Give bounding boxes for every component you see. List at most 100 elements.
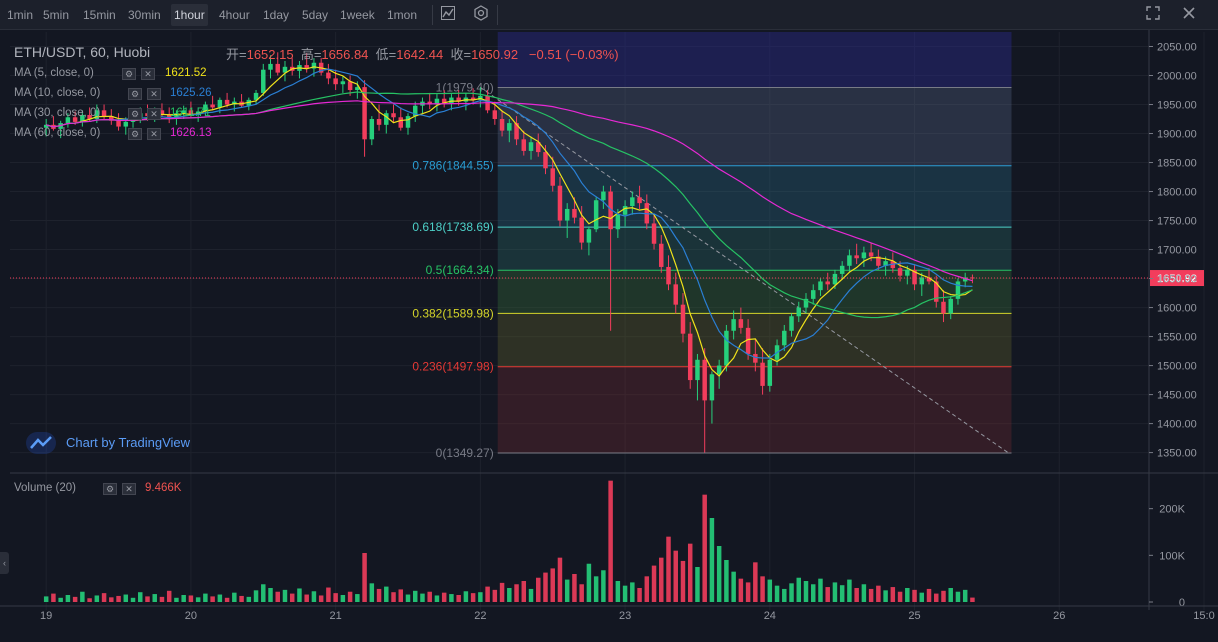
candle-body: [579, 217, 584, 243]
volume-bar: [731, 571, 736, 602]
settings-icon[interactable]: [471, 5, 491, 25]
ma60-remove-icon[interactable]: ✕: [147, 128, 161, 140]
volume-bar: [962, 589, 968, 602]
volume-bar: [80, 591, 85, 602]
fullscreen-icon[interactable]: [1143, 5, 1163, 25]
timeframe-4hour[interactable]: 4hour: [216, 4, 253, 26]
collapse-sidebar-icon[interactable]: ‹: [0, 552, 9, 574]
candle-body: [217, 99, 223, 108]
candle-body: [738, 319, 744, 328]
candle-body: [666, 266, 671, 285]
ma30-settings-icon[interactable]: ⚙: [128, 108, 142, 120]
candle-body: [782, 330, 787, 346]
volume-bar: [876, 585, 881, 602]
candle-body: [261, 69, 266, 93]
candle-body: [955, 281, 961, 299]
candle-body: [601, 191, 606, 201]
volume-bar: [579, 584, 584, 602]
fib-band: [497, 87, 1012, 166]
volume-bar: [347, 591, 353, 602]
volume-bar: [557, 557, 563, 602]
candle-body: [731, 319, 736, 331]
ma10-settings-icon[interactable]: ⚙: [128, 88, 142, 100]
candle-body: [326, 72, 331, 79]
toolbar: 1min 5min 15min 30min 1hour 4hour 1day 5…: [0, 0, 1218, 30]
candle-body: [854, 255, 859, 259]
timeframe-1hour[interactable]: 1hour: [171, 4, 208, 26]
tradingview-branding[interactable]: Chart by TradingView: [66, 435, 190, 450]
volume-bar: [384, 586, 389, 602]
volume-tick-label: 100K: [1159, 550, 1185, 562]
candle-body: [651, 223, 657, 244]
volume-bar: [883, 590, 888, 602]
timeframe-1week[interactable]: 1week: [337, 4, 378, 26]
price-tick-label: 1550.00: [1157, 332, 1197, 344]
volume-bar: [847, 579, 852, 602]
volume-remove-icon[interactable]: ✕: [122, 483, 136, 495]
candle-body: [724, 330, 729, 366]
timeframe-30min[interactable]: 30min: [125, 4, 164, 26]
volume-bar: [716, 546, 722, 602]
volume-bar: [145, 596, 150, 602]
candle-body: [333, 78, 338, 85]
volume-bar: [478, 592, 483, 602]
candle-body: [687, 333, 693, 381]
candle-body: [695, 359, 700, 381]
price-tick-label: 1700.00: [1157, 245, 1197, 257]
fib-band: [497, 366, 1012, 454]
volume-bar: [427, 591, 432, 602]
volume-bar: [340, 595, 346, 602]
candle-chart-icon[interactable]: [438, 5, 458, 25]
volume-bar: [441, 592, 447, 602]
close-value: 1650.92: [471, 47, 519, 62]
volume-bar: [434, 595, 440, 602]
ma10-remove-icon[interactable]: ✕: [147, 88, 161, 100]
timeframe-5min[interactable]: 5min: [40, 4, 72, 26]
candle-body: [492, 110, 498, 120]
volume-bar: [659, 557, 664, 602]
volume-settings-icon[interactable]: ⚙: [103, 483, 117, 495]
volume-bar: [123, 594, 129, 602]
volume-bar: [615, 581, 621, 602]
ma5-remove-icon[interactable]: ✕: [141, 68, 155, 80]
volume-bar: [868, 588, 874, 602]
timeframe-15min[interactable]: 15min: [80, 4, 119, 26]
ma5-label: MA (5, close, 0): [14, 67, 94, 79]
volume-bar: [253, 590, 259, 602]
ma5-settings-icon[interactable]: ⚙: [122, 68, 136, 80]
price-chart[interactable]: 1(1979.40)0.786(1844.55)0.618(1738.69)0.…: [0, 30, 1218, 642]
volume-bar: [941, 590, 946, 602]
candle-body: [347, 81, 353, 91]
timeframe-1mon[interactable]: 1mon: [384, 4, 420, 26]
volume-bar: [499, 582, 505, 602]
timeframe-5day[interactable]: 5day: [299, 4, 331, 26]
candle-body: [376, 119, 382, 125]
ma30-remove-icon[interactable]: ✕: [147, 108, 161, 120]
volume-bar: [318, 595, 324, 602]
candle-body: [673, 284, 678, 305]
volume-bar: [970, 597, 975, 602]
price-tick-label: 1450.00: [1157, 390, 1197, 402]
volume-bar: [601, 570, 606, 602]
tradingview-logo-icon[interactable]: [26, 432, 56, 454]
candle-body: [818, 281, 823, 291]
volume-bar: [282, 589, 288, 602]
candle-body: [897, 268, 903, 276]
volume-bar: [926, 588, 932, 602]
time-tick-label: 23: [619, 610, 631, 622]
timeframe-1min[interactable]: 1min: [4, 4, 36, 26]
volume-bar: [297, 588, 302, 602]
volume-bar: [492, 589, 498, 602]
volume-bar: [543, 572, 548, 602]
timeframe-1day[interactable]: 1day: [260, 4, 292, 26]
volume-bar: [753, 562, 758, 602]
volume-bar: [825, 587, 830, 602]
volume-bar: [955, 591, 961, 602]
ma10-label: MA (10, close, 0): [14, 87, 101, 99]
volume-bar: [174, 597, 179, 602]
ma60-settings-icon[interactable]: ⚙: [128, 128, 142, 140]
candle-body: [405, 116, 411, 128]
volume-bar: [463, 591, 469, 602]
close-icon[interactable]: [1179, 5, 1199, 25]
candle-body: [528, 142, 534, 151]
